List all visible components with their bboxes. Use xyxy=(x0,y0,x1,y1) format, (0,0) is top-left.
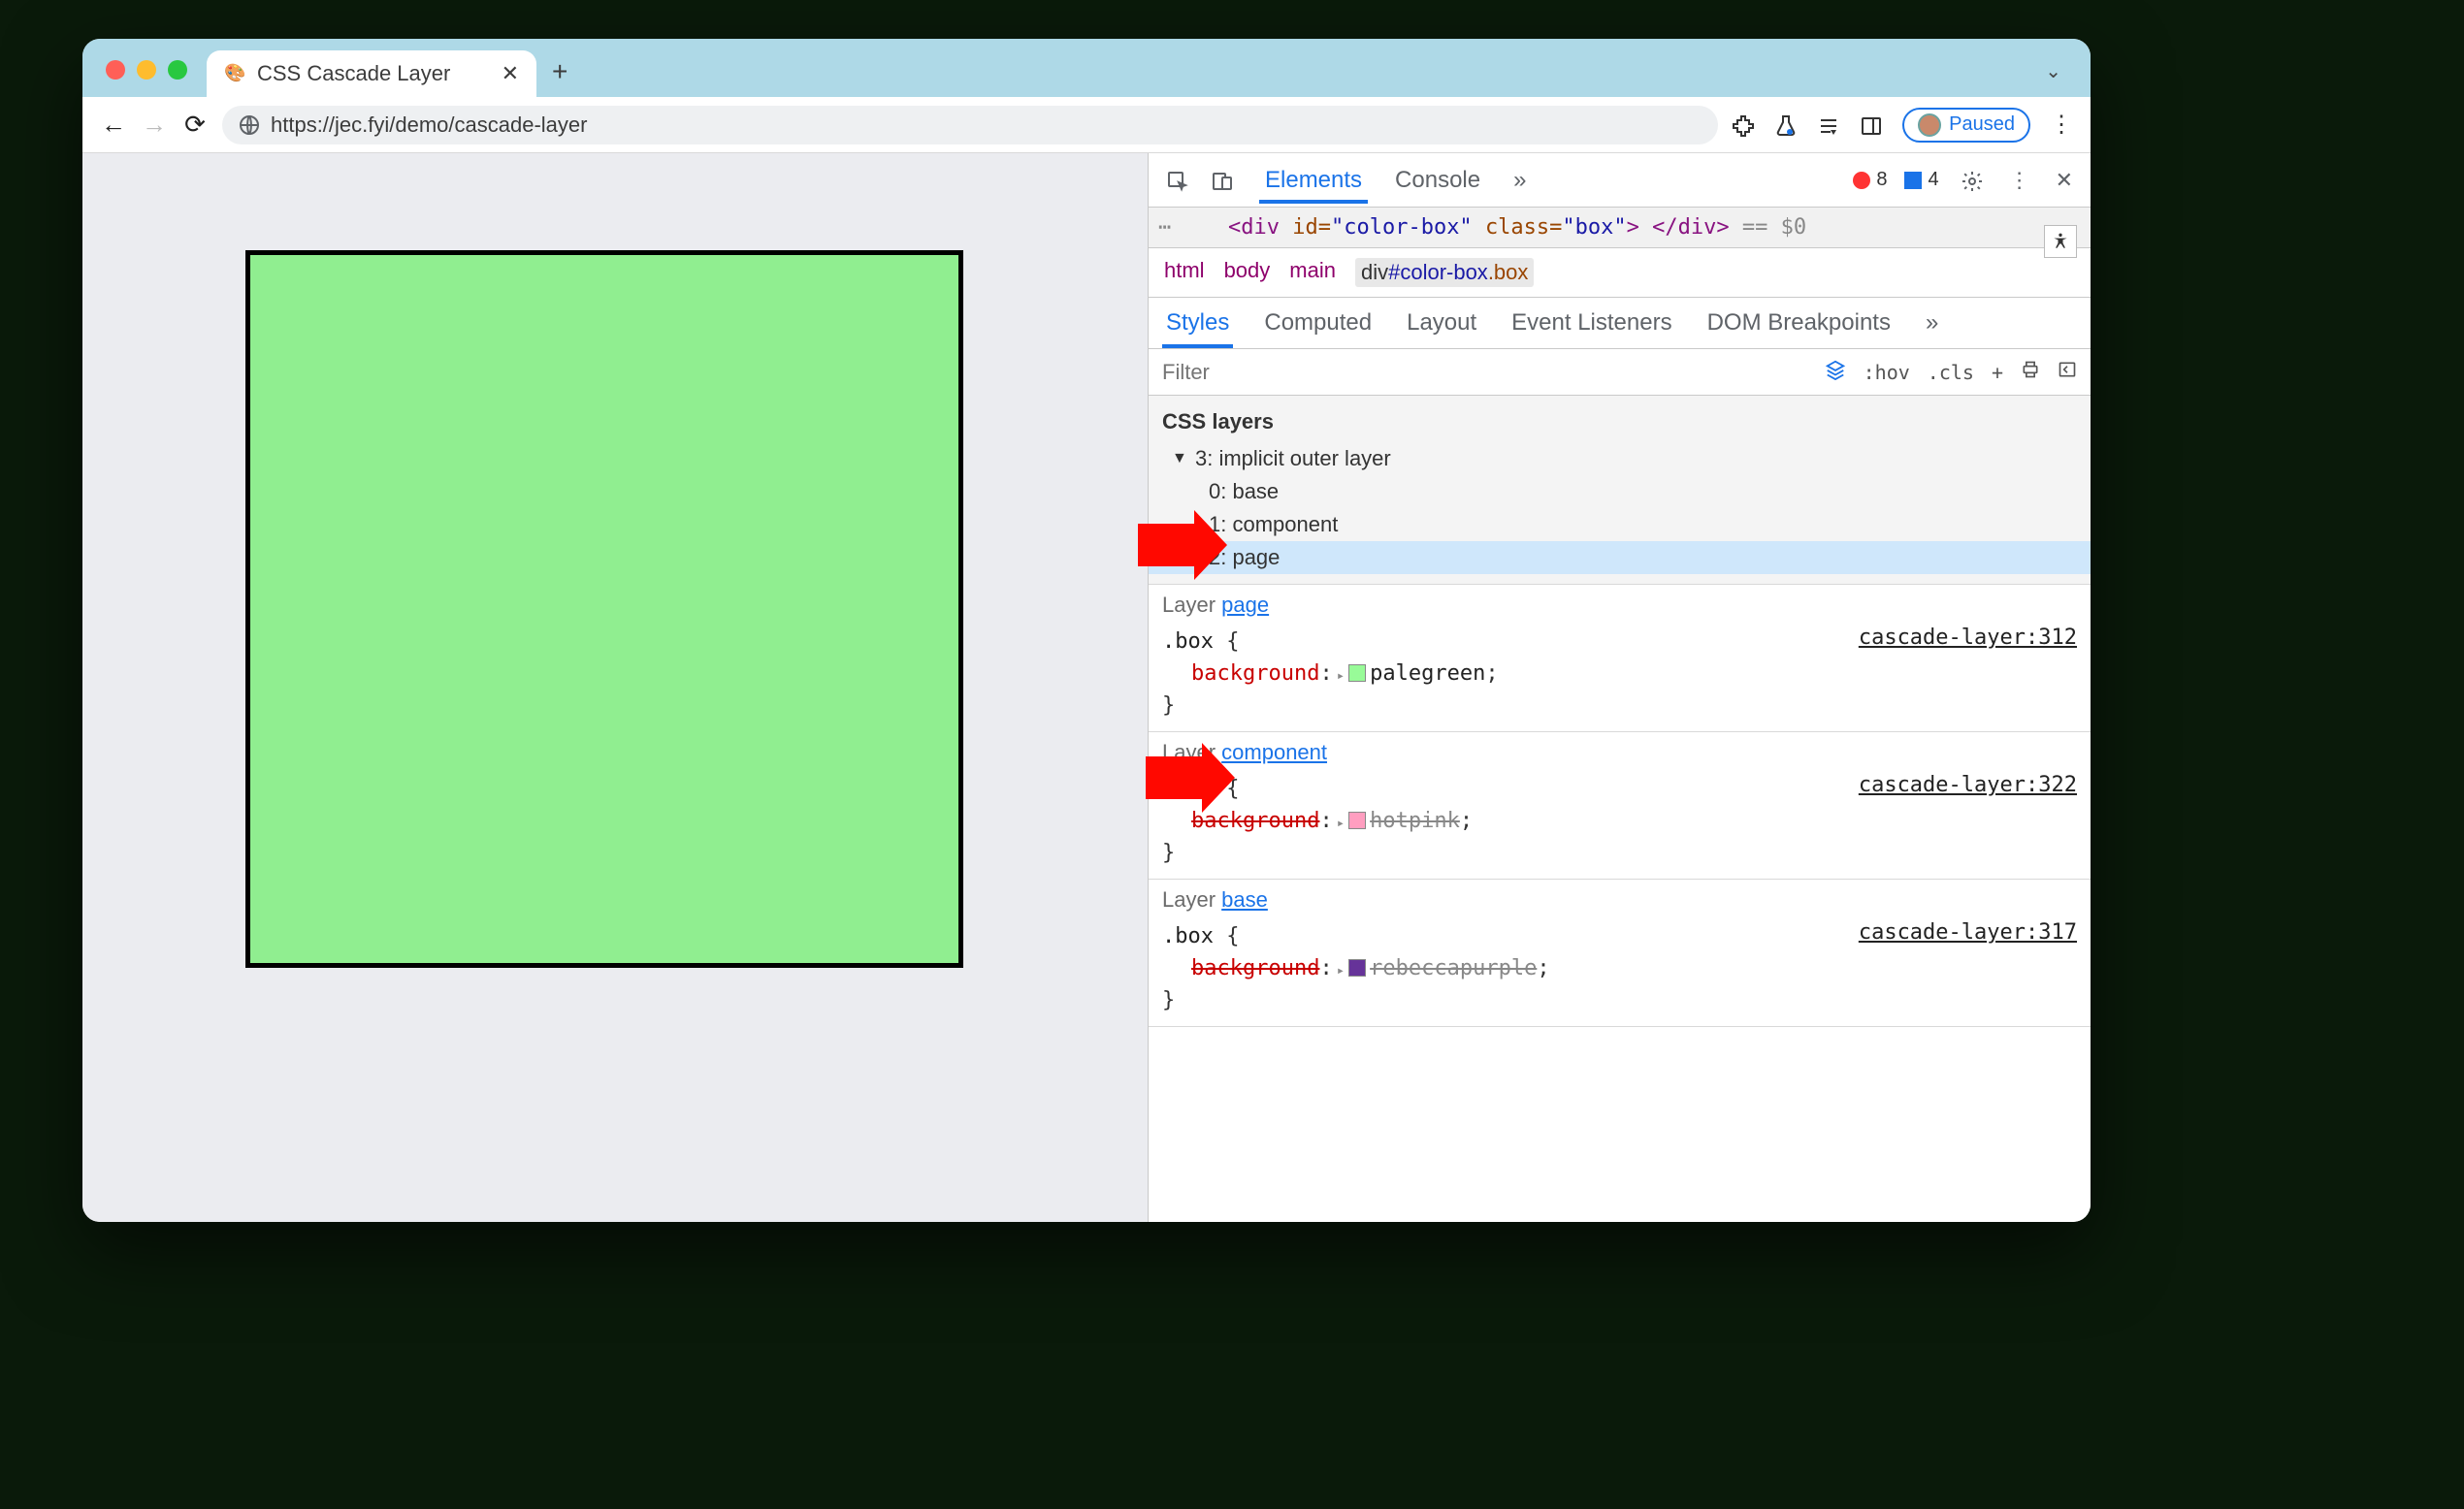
hov-toggle[interactable]: :hov xyxy=(1864,361,1910,384)
tab-console[interactable]: Console xyxy=(1389,157,1486,204)
rule-layer-link[interactable]: page xyxy=(1221,593,1269,617)
computed-reveal-icon[interactable] xyxy=(2058,360,2077,384)
tab-layout[interactable]: Layout xyxy=(1403,298,1480,348)
devtools-toolbar-right: 8 4 ⋮ ✕ xyxy=(1853,163,2077,196)
settings-icon[interactable] xyxy=(1957,163,1988,196)
tabs-overflow-icon[interactable]: » xyxy=(1508,157,1532,204)
expand-shorthand-icon[interactable]: ▸ xyxy=(1333,816,1348,831)
rule-layer-link[interactable]: base xyxy=(1221,887,1268,912)
color-swatch-icon[interactable] xyxy=(1348,664,1366,682)
breadcrumb-item-active[interactable]: div#color-box.box xyxy=(1355,258,1534,287)
demo-color-box xyxy=(245,250,963,968)
more-icon[interactable]: ⋮ xyxy=(2005,164,2034,197)
browser-tab[interactable]: 🎨 CSS Cascade Layer ✕ xyxy=(207,50,536,97)
errors-badge[interactable]: 8 xyxy=(1853,169,1887,191)
css-layers-block: CSS layers ▼ 3: implicit outer layer 0: … xyxy=(1149,396,2091,585)
cls-toggle[interactable]: .cls xyxy=(1928,361,1974,384)
css-layer-item[interactable]: 0: base xyxy=(1162,475,2077,508)
window-close[interactable] xyxy=(106,60,125,80)
rule-lines[interactable]: .box { background:▸palegreen; } xyxy=(1162,626,1499,722)
styles-toolbar: :hov .cls + xyxy=(1811,359,2091,385)
page-viewport xyxy=(82,153,1148,1222)
rule-source-link[interactable]: cascade-layer:317 xyxy=(1859,920,2077,945)
rule-source-link[interactable]: cascade-layer:312 xyxy=(1859,626,2077,650)
css-layer-item-selected[interactable]: 2: page xyxy=(1149,541,2091,574)
elements-selected-node[interactable]: ⋯ <div id="color-box" class="box"> </div… xyxy=(1149,208,2091,248)
tab-styles[interactable]: Styles xyxy=(1162,298,1233,348)
rule-layer-label: Layer component xyxy=(1149,732,2091,769)
tab-close-icon[interactable]: ✕ xyxy=(502,61,519,86)
css-layer-parent[interactable]: ▼ 3: implicit outer layer xyxy=(1162,442,2077,475)
expand-shorthand-icon[interactable]: ▸ xyxy=(1333,668,1348,684)
content-area: Elements Console » 8 4 ⋮ ✕ ⋯ <div xyxy=(82,153,2091,1222)
reading-list-icon[interactable] xyxy=(1817,112,1840,137)
ellipsis-icon[interactable]: ⋯ xyxy=(1158,215,1171,240)
rule-layer-link[interactable]: component xyxy=(1221,740,1327,764)
devtools-panel: Elements Console » 8 4 ⋮ ✕ ⋯ <div xyxy=(1148,153,2091,1222)
tab-bar: 🎨 CSS Cascade Layer ✕ + ⌄ xyxy=(82,39,2091,97)
annotation-arrow-icon xyxy=(1138,524,1196,566)
styles-tabs: Styles Computed Layout Event Listeners D… xyxy=(1149,298,2091,349)
breadcrumb-item[interactable]: html xyxy=(1164,258,1205,287)
browser-menu-icon[interactable]: ⋮ xyxy=(2050,111,2073,139)
css-layers-header: CSS layers xyxy=(1162,405,2077,442)
color-swatch-icon[interactable] xyxy=(1348,812,1366,829)
tab-title: CSS Cascade Layer xyxy=(257,61,490,86)
extensions-icon[interactable] xyxy=(1732,112,1755,137)
window-minimize[interactable] xyxy=(137,60,156,80)
styles-filter-row: :hov .cls + xyxy=(1149,349,2091,396)
window-maximize[interactable] xyxy=(168,60,187,80)
style-rule: Layer component .box { background:▸hotpi… xyxy=(1149,732,2091,880)
styles-filter-input[interactable] xyxy=(1149,360,1811,385)
tab-dom-breakpoints[interactable]: DOM Breakpoints xyxy=(1703,298,1895,348)
url-text: https://jec.fyi/demo/cascade-layer xyxy=(271,112,587,138)
expand-shorthand-icon[interactable]: ▸ xyxy=(1333,963,1348,979)
styles-tabs-overflow-icon[interactable]: » xyxy=(1922,298,1942,348)
reload-button[interactable]: ⟳ xyxy=(181,110,209,140)
extension-icons: Paused ⋮ xyxy=(1732,108,2073,143)
breadcrumb-item[interactable]: main xyxy=(1289,258,1336,287)
css-layer-item[interactable]: 1: component xyxy=(1162,508,2077,541)
issues-badge[interactable]: 4 xyxy=(1904,169,1938,191)
devtools-panel-tabs: Elements Console » xyxy=(1259,157,1839,204)
avatar xyxy=(1918,113,1941,137)
rule-source-link[interactable]: cascade-layer:322 xyxy=(1859,773,2077,797)
tab-computed[interactable]: Computed xyxy=(1260,298,1376,348)
disclosure-triangle-icon[interactable]: ▼ xyxy=(1172,450,1187,467)
devtools-close-icon[interactable]: ✕ xyxy=(2052,164,2077,197)
print-media-icon[interactable] xyxy=(2021,360,2040,384)
tab-list-dropdown-icon[interactable]: ⌄ xyxy=(2045,59,2075,97)
labs-icon[interactable] xyxy=(1774,112,1798,137)
url-field[interactable]: https://jec.fyi/demo/cascade-layer xyxy=(222,106,1718,144)
back-button[interactable]: ← xyxy=(100,110,127,140)
elements-breadcrumb: html body main div#color-box.box xyxy=(1149,248,2091,298)
new-rule-button[interactable]: + xyxy=(1992,361,2003,384)
accessibility-icon[interactable] xyxy=(2044,225,2077,258)
location-bar: ← → ⟳ https://jec.fyi/demo/cascade-layer xyxy=(82,97,2091,153)
rule-layer-label: Layer base xyxy=(1149,880,2091,916)
browser-window: 🎨 CSS Cascade Layer ✕ + ⌄ ← → ⟳ https://… xyxy=(82,39,2091,1222)
annotation-arrow-icon xyxy=(1146,756,1204,799)
devtools-toolbar: Elements Console » 8 4 ⋮ ✕ xyxy=(1149,153,2091,208)
tab-event-listeners[interactable]: Event Listeners xyxy=(1508,298,1675,348)
side-panel-icon[interactable] xyxy=(1860,112,1883,137)
tab-favicon: 🎨 xyxy=(224,63,245,84)
tab-elements[interactable]: Elements xyxy=(1259,157,1368,204)
site-info-icon[interactable] xyxy=(238,113,261,137)
new-tab-button[interactable]: + xyxy=(536,56,583,97)
rule-lines[interactable]: .box { background:▸rebeccapurple; } xyxy=(1162,920,1550,1016)
inspect-icon[interactable] xyxy=(1162,163,1193,196)
profile-paused-badge[interactable]: Paused xyxy=(1902,108,2030,143)
window-controls xyxy=(98,60,207,97)
style-rule: Layer page .box { background:▸palegreen;… xyxy=(1149,585,2091,732)
css-layers-toggle-icon[interactable] xyxy=(1825,359,1846,385)
rule-layer-label: Layer page xyxy=(1149,585,2091,622)
styles-pane[interactable]: CSS layers ▼ 3: implicit outer layer 0: … xyxy=(1149,396,2091,1222)
forward-button[interactable]: → xyxy=(141,110,168,140)
paused-label: Paused xyxy=(1949,113,2015,136)
device-toggle-icon[interactable] xyxy=(1207,163,1238,196)
style-rule: Layer base .box { background:▸rebeccapur… xyxy=(1149,880,2091,1027)
color-swatch-icon[interactable] xyxy=(1348,959,1366,977)
breadcrumb-item[interactable]: body xyxy=(1224,258,1271,287)
